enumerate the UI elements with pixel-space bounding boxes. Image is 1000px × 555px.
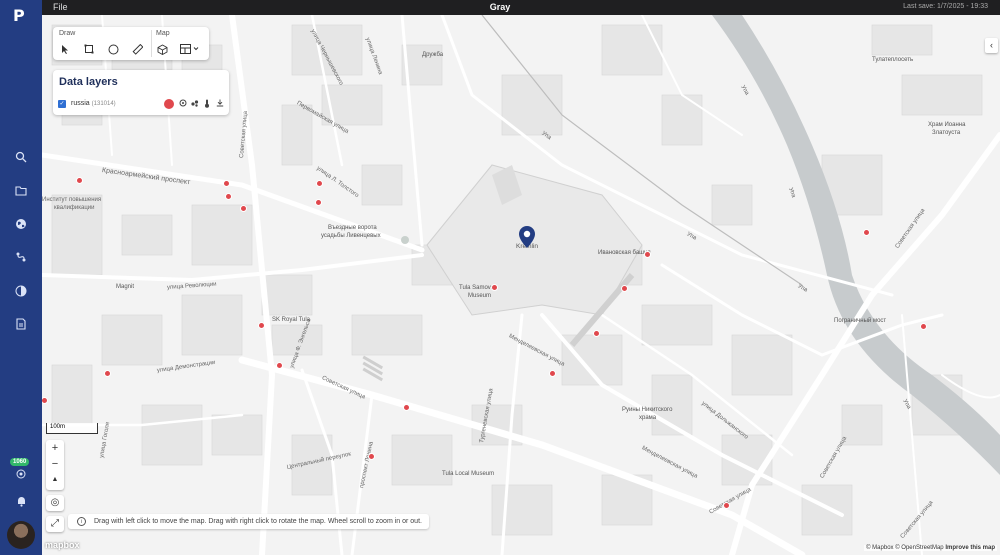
data-point-marker[interactable]	[368, 453, 375, 460]
target-icon[interactable]	[178, 99, 188, 109]
grid-layout-icon[interactable]	[177, 42, 203, 56]
poi-label: Златоуста	[932, 130, 961, 136]
data-point-marker[interactable]	[723, 502, 730, 509]
map-attribution: © Mapbox © OpenStreetMap Improve this ma…	[864, 545, 997, 551]
data-layers-title: Data layers	[59, 76, 118, 88]
folder-icon[interactable]	[9, 178, 33, 202]
thermometer-icon[interactable]	[202, 99, 212, 109]
data-point-marker[interactable]	[549, 370, 556, 377]
improve-map-link[interactable]: Improve this map	[945, 545, 995, 551]
draw-group-label: Draw	[59, 30, 76, 37]
app-logo[interactable]: P	[13, 6, 25, 25]
globe-icon[interactable]	[9, 212, 33, 236]
poi-label: храма	[639, 415, 657, 421]
rectangle-icon[interactable]	[81, 42, 97, 56]
poi-label: Институт повышения	[42, 197, 102, 203]
data-point-marker[interactable]	[593, 330, 600, 337]
poi-label: Руины Никитского	[622, 407, 673, 413]
data-point-marker[interactable]	[920, 323, 927, 330]
data-point-marker[interactable]	[316, 180, 323, 187]
credits-icon[interactable]	[9, 461, 33, 485]
sidebar: P 1060	[0, 0, 42, 555]
map-group-label: Map	[156, 30, 170, 37]
data-point-marker[interactable]	[76, 177, 83, 184]
poi-label: Tula Local Museum	[442, 471, 495, 477]
user-avatar[interactable]	[7, 521, 35, 549]
data-point-marker[interactable]	[240, 205, 247, 212]
layer-color-swatch[interactable]	[164, 99, 174, 109]
poi-label: Museum	[468, 293, 492, 299]
data-point-marker[interactable]	[276, 362, 283, 369]
zoom-out-button[interactable]: −	[46, 456, 64, 472]
poi-label: Ивановская башня	[598, 250, 651, 256]
map-title[interactable]: Gray	[0, 2, 1000, 12]
collapse-panel-button[interactable]: ‹	[985, 38, 998, 53]
data-layers-panel: Data layers ✓ russia (131014)	[53, 70, 229, 115]
data-point-marker[interactable]	[621, 285, 628, 292]
data-point-marker[interactable]	[104, 370, 111, 377]
location-pin-icon[interactable]	[519, 226, 535, 248]
download-icon[interactable]	[215, 99, 225, 109]
fullscreen-button[interactable]: ⤢	[46, 516, 64, 532]
poi-label: Храм Иоанна	[928, 122, 966, 128]
data-point-marker[interactable]	[315, 199, 322, 206]
cube-icon[interactable]	[154, 42, 170, 56]
pointer-icon[interactable]	[57, 42, 73, 56]
poi-label: Magnit	[116, 284, 135, 290]
document-icon[interactable]	[9, 312, 33, 336]
data-point-marker[interactable]	[403, 404, 410, 411]
layer-checkbox[interactable]: ✓	[58, 100, 66, 108]
scale-bar: 100m	[46, 423, 98, 434]
zoom-controls: + − ▲	[46, 440, 64, 490]
poi-label: Дружба	[422, 52, 444, 58]
toolbar-divider	[151, 30, 152, 57]
ruler-icon[interactable]	[129, 42, 145, 56]
data-point-marker[interactable]	[223, 180, 230, 187]
poi-label: квалификации	[54, 205, 95, 211]
info-icon: i	[77, 517, 86, 526]
last-save-status: Last save: 1/7/2025 - 19:33	[903, 3, 988, 10]
compass-button[interactable]: ▲	[46, 472, 64, 488]
bell-icon[interactable]	[9, 489, 33, 513]
zoom-in-button[interactable]: +	[46, 440, 64, 456]
data-point-marker[interactable]	[863, 229, 870, 236]
cluster-icon[interactable]	[190, 99, 200, 109]
mapbox-logo[interactable]: mapbox	[45, 540, 80, 550]
poi-label: Пограничный мост	[834, 318, 887, 324]
locate-button[interactable]: ◎	[46, 495, 64, 511]
data-point-marker[interactable]	[258, 322, 265, 329]
draw-toolbar: Draw Map	[53, 27, 209, 60]
top-bar: File Gray Last save: 1/7/2025 - 19:33	[0, 0, 1000, 15]
route-icon[interactable]	[9, 245, 33, 269]
layer-name: russia (131014)	[71, 100, 116, 107]
search-icon[interactable]	[9, 145, 33, 169]
circle-icon[interactable]	[105, 42, 121, 56]
data-point-marker[interactable]	[225, 193, 232, 200]
poi-label: Тулатеплосеть	[872, 57, 914, 63]
map-hint: i Drag with left click to move the map. …	[68, 514, 429, 529]
theme-icon[interactable]	[9, 279, 33, 303]
data-point-marker[interactable]	[491, 284, 498, 291]
poi-label: усадьбы Ливенцевых	[321, 233, 381, 239]
layer-row[interactable]: ✓ russia (131014)	[58, 99, 225, 111]
data-point-marker[interactable]	[644, 251, 651, 258]
poi-label: Въездные ворота	[328, 225, 377, 231]
